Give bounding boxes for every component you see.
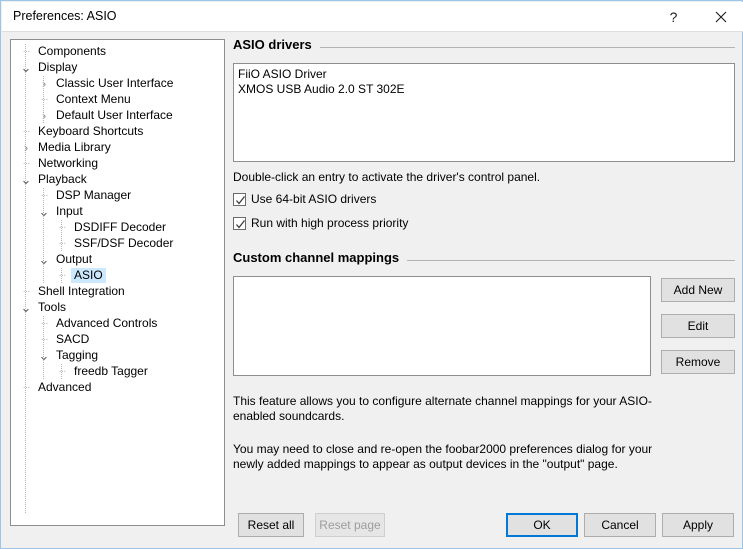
tree-guide-line — [61, 220, 62, 252]
checkbox-label: Run with high process priority — [251, 216, 409, 230]
sidebar-item-label: ASIO — [71, 268, 106, 283]
sidebar-item-label: Context Menu — [56, 92, 131, 106]
sidebar-item-media-library[interactable]: › Media Library — [11, 140, 224, 156]
checkbox-label: Use 64-bit ASIO drivers — [251, 192, 377, 206]
chevron-down-icon[interactable]: ⌄ — [37, 252, 51, 268]
add-new-button[interactable]: Add New — [661, 278, 735, 302]
tree-guide-line — [61, 364, 62, 380]
chevron-down-icon[interactable]: ⌄ — [37, 204, 51, 220]
sidebar-item-label: Components — [38, 44, 107, 58]
check-icon — [236, 195, 246, 205]
tree-connector: ··· — [22, 382, 31, 393]
sidebar-item-label: Keyboard Shortcuts — [38, 124, 144, 138]
sidebar-item-label: freedb Tagger — [74, 364, 148, 378]
asio-drivers-list[interactable]: FiiO ASIO Driver XMOS USB Audio 2.0 ST 3… — [233, 63, 735, 162]
sidebar-item-label: Default User Interface — [56, 108, 173, 122]
sidebar-item-keyboard-shortcuts[interactable]: ··· Keyboard Shortcuts — [11, 124, 224, 140]
list-item[interactable]: FiiO ASIO Driver — [238, 67, 730, 82]
check-icon — [236, 219, 246, 229]
close-icon[interactable] — [698, 3, 743, 31]
high-process-priority-checkbox[interactable]: Run with high process priority — [233, 214, 735, 232]
checkbox-box[interactable] — [233, 192, 246, 206]
sidebar-item-label: Tools — [38, 300, 67, 314]
channel-mappings-heading: Custom channel mappings — [233, 250, 408, 265]
sidebar-item-label: SACD — [56, 332, 90, 346]
list-item[interactable]: XMOS USB Audio 2.0 ST 302E — [238, 82, 730, 97]
tree-connector: ··· — [22, 46, 31, 57]
reset-page-button: Reset page — [315, 513, 385, 537]
sidebar-item-label: Playback — [38, 172, 87, 186]
drivers-hint: Double-click an entry to activate the dr… — [233, 170, 541, 184]
ok-button[interactable]: OK — [506, 513, 578, 537]
tree-guide-line — [61, 268, 62, 284]
sidebar-item-tools[interactable]: ⌄ Tools — [11, 300, 224, 316]
remove-button[interactable]: Remove — [661, 350, 735, 374]
sidebar-item-networking[interactable]: ··· Networking — [11, 156, 224, 172]
sidebar-item-label: Advanced Controls — [56, 316, 158, 330]
sidebar-item-label: Media Library — [38, 140, 111, 154]
tree-connector: ··· — [40, 190, 49, 201]
sidebar-item-label: Output — [56, 252, 93, 266]
mappings-description-1: This feature allows you to configure alt… — [233, 394, 652, 423]
sidebar-item-display[interactable]: ⌄ Display — [11, 60, 224, 76]
sidebar-item-label: Display — [38, 60, 78, 74]
channel-mappings-list[interactable] — [233, 276, 651, 376]
sidebar-item-label: Networking — [38, 156, 99, 170]
settings-pane: ASIO drivers FiiO ASIO Driver XMOS USB A… — [233, 37, 735, 472]
tree-connector: ··· — [58, 270, 67, 281]
tree-connector: ··· — [22, 286, 31, 297]
chevron-right-icon[interactable]: › — [37, 108, 51, 124]
window-title: Preferences: ASIO — [13, 9, 117, 23]
sidebar-item-label: Classic User Interface — [56, 76, 174, 90]
tree-connector: ··· — [58, 238, 67, 249]
reset-all-button[interactable]: Reset all — [238, 513, 304, 537]
sidebar-item-label: Advanced — [38, 380, 92, 394]
asio-drivers-heading: ASIO drivers — [233, 37, 320, 52]
tree-connector: ··· — [58, 366, 67, 377]
chevron-down-icon[interactable]: ⌄ — [19, 300, 33, 316]
channel-mappings-group-header: Custom channel mappings — [233, 250, 735, 270]
apply-button[interactable]: Apply — [662, 513, 734, 537]
tree-connector: ··· — [40, 334, 49, 345]
edit-button[interactable]: Edit — [661, 314, 735, 338]
tree-root: ··· Components ⌄ Display › Classic User Inter… — [11, 40, 224, 514]
chevron-down-icon[interactable]: ⌄ — [37, 348, 51, 364]
tree-guide-line — [43, 188, 44, 284]
preferences-dialog: Preferences: ASIO ? ··· Components ⌄ Displa… — [0, 0, 743, 549]
sidebar-item-advanced[interactable]: ··· Advanced — [11, 380, 224, 396]
tree-connector: ··· — [22, 158, 31, 169]
sidebar-item-label: Shell Integration — [38, 284, 125, 298]
use-64bit-asio-checkbox[interactable]: Use 64-bit ASIO drivers — [233, 190, 735, 208]
chevron-right-icon[interactable]: › — [37, 76, 51, 92]
tree-guide-line — [43, 316, 44, 380]
tree-connector: ··· — [58, 222, 67, 233]
sidebar-item-playback[interactable]: ⌄ Playback — [11, 172, 224, 188]
sidebar-item-label: DSDIFF Decoder — [74, 220, 167, 234]
chevron-down-icon[interactable]: ⌄ — [19, 60, 33, 76]
chevron-down-icon[interactable]: ⌄ — [19, 172, 33, 188]
mappings-description-2: You may need to close and re-open the fo… — [233, 442, 653, 471]
tree-connector: ··· — [22, 126, 31, 137]
sidebar-item-label: DSP Manager — [56, 188, 132, 202]
sidebar-item-shell-integration[interactable]: ··· Shell Integration — [11, 284, 224, 300]
sidebar-item-label: Tagging — [56, 348, 99, 362]
title-bar: Preferences: ASIO ? — [2, 2, 743, 32]
preferences-tree[interactable]: ··· Components ⌄ Display › Classic User Inter… — [10, 39, 225, 526]
tree-connector: ··· — [40, 94, 49, 105]
sidebar-item-label: Input — [56, 204, 83, 218]
tree-guide-line — [43, 76, 44, 124]
asio-drivers-group-header: ASIO drivers — [233, 37, 735, 57]
cancel-button[interactable]: Cancel — [584, 513, 656, 537]
sidebar-item-components[interactable]: ··· Components — [11, 44, 224, 60]
sidebar-item-label: SSF/DSF Decoder — [74, 236, 174, 250]
question-mark-icon[interactable]: ? — [651, 3, 696, 31]
chevron-right-icon[interactable]: › — [19, 140, 33, 156]
checkbox-box[interactable] — [233, 216, 246, 230]
tree-connector: ··· — [40, 318, 49, 329]
